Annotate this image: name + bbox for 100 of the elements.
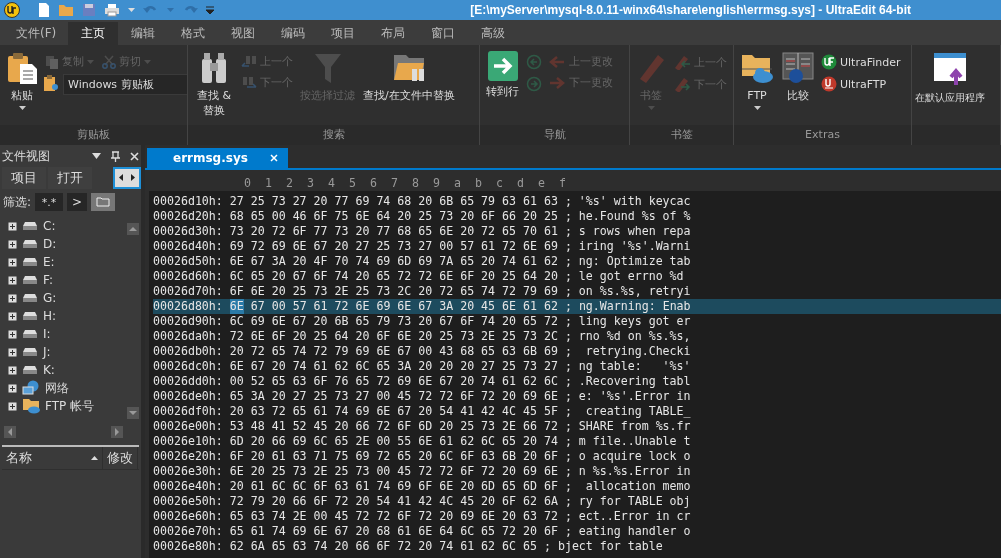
ribbon-button[interactable]: 粘贴 xyxy=(3,51,41,125)
browse-folder-button[interactable] xyxy=(91,193,116,211)
hex-bytes: 69 72 69 6E 67 20 27 25 73 27 00 57 61 72 6E 69 xyxy=(229,239,558,254)
column-number: 5 xyxy=(348,176,357,191)
separator: ; xyxy=(564,359,572,374)
ribbon-tab[interactable]: 格式 xyxy=(168,22,219,45)
tree-item[interactable]: J: xyxy=(43,345,51,359)
open-folder-icon xyxy=(58,3,74,17)
ribbon-tab[interactable]: 项目 xyxy=(318,22,369,45)
ribbon-button[interactable]: UltraFinder xyxy=(819,53,903,71)
panel-tab[interactable]: 打开 xyxy=(48,167,92,189)
ascii-text: .Recovering tabl xyxy=(578,374,691,389)
scroll-up-icon xyxy=(127,223,139,235)
dropdown-caret-icon xyxy=(92,153,101,159)
ribbon-button[interactable]: FTP xyxy=(737,51,777,125)
ribbon-tab[interactable]: 窗口 xyxy=(418,22,469,45)
ascii-text: creating TABLE_ xyxy=(584,404,691,419)
drive-icon xyxy=(22,329,38,339)
offset-address: 00026e30h: xyxy=(153,464,223,479)
drive-icon xyxy=(22,239,38,249)
offset-address: 00026e50h: xyxy=(153,494,223,509)
ascii-text: ling keys got er xyxy=(578,314,691,329)
ascii-text: ng table: '%s' xyxy=(578,359,691,374)
ribbon-tab[interactable]: 编辑 xyxy=(118,22,169,45)
ribbon-tab[interactable]: 布局 xyxy=(368,22,419,45)
offset-address: 00026d20h: xyxy=(153,209,223,224)
panel-tab[interactable]: 项目 xyxy=(2,167,46,189)
ribbon-tab[interactable]: 视图 xyxy=(218,22,269,45)
tree-item[interactable]: D: xyxy=(43,237,57,251)
column-number: e xyxy=(537,176,546,191)
close-icon xyxy=(269,154,278,162)
hex-bytes: 20 63 72 65 61 74 69 6E 67 20 54 41 42 4C 45 5F xyxy=(229,404,558,419)
uftp-logo-icon xyxy=(821,76,837,92)
ribbon-tab[interactable]: 编码 xyxy=(268,22,319,45)
tree-item[interactable]: G: xyxy=(43,291,57,305)
column-number: 7 xyxy=(390,176,399,191)
offset-address: 00026dd0h: xyxy=(153,374,223,389)
group-label: 剪贴板 xyxy=(0,125,187,145)
hex-bytes: 6E 20 25 73 2E 25 73 00 45 72 72 6F 72 20 69 6E xyxy=(229,464,558,479)
hex-bytes: 73 20 72 6F 77 73 20 77 68 65 6E 20 72 65 70 61 xyxy=(229,224,558,239)
separator: ; xyxy=(564,329,572,344)
tree-item[interactable]: 网络 xyxy=(45,379,69,397)
separator: ; xyxy=(564,509,572,524)
column-number: 2 xyxy=(285,176,294,191)
window-title: [E:\myServer\mysql-8.0.11-winx64\share\english\errmsg.sys] - UltraEdit 64-bit xyxy=(470,3,911,17)
tree-item[interactable]: K: xyxy=(43,363,55,377)
customize-toolbar-icon xyxy=(206,6,214,14)
hex-bytes: 65 3A 20 27 25 73 27 00 45 72 72 6F 72 20 69 6E xyxy=(229,389,558,404)
ribbon-button[interactable]: 在默认应用程序 xyxy=(915,51,985,125)
column-number: d xyxy=(516,176,525,191)
separator: ; xyxy=(564,284,572,299)
group-label: Extras xyxy=(734,125,911,145)
column-number: 0 xyxy=(243,176,252,191)
tree-item[interactable]: E: xyxy=(43,255,55,269)
scroll-right-icon xyxy=(111,426,123,438)
clipboard-dropdown[interactable]: Windows 剪贴板 xyxy=(63,74,187,95)
tree-item[interactable]: C: xyxy=(43,219,56,233)
tree-item[interactable]: F: xyxy=(43,273,53,287)
offset-address: 00026db0h: xyxy=(153,344,223,359)
ascii-text: on %s.%s, retryi xyxy=(578,284,691,299)
ribbon-button[interactable]: UltraFTP xyxy=(819,75,889,93)
apply-filter-button[interactable]: > xyxy=(67,193,88,211)
offset-address: 00026de0h: xyxy=(153,389,223,404)
ribbon-button[interactable]: 查找 & 替换 xyxy=(191,51,237,125)
ascii-text: '%s' with keycac xyxy=(578,194,691,209)
filter-field[interactable]: *.* xyxy=(35,193,64,211)
ribbon-tab[interactable]: 主页 xyxy=(68,22,119,45)
binoculars-down-icon xyxy=(241,75,257,90)
save-icon xyxy=(82,3,96,17)
separator: ; xyxy=(564,314,572,329)
ascii-text: o acquire lock o xyxy=(578,449,691,464)
column-number: c xyxy=(495,176,504,191)
ascii-text: ng.Warning: Enab xyxy=(578,299,691,314)
tree-item[interactable]: H: xyxy=(43,309,57,323)
separator: ; xyxy=(564,239,572,254)
group-label: 导航 xyxy=(480,125,629,145)
offset-address: 00026df0h: xyxy=(153,404,223,419)
ribbon-tab[interactable]: 文件(F) xyxy=(4,22,69,45)
separator: ; xyxy=(564,254,572,269)
ascii-text: n %s.%s.Error in xyxy=(578,464,691,479)
column-header[interactable]: 名称 xyxy=(2,447,103,469)
tree-item[interactable]: FTP 帐号 xyxy=(45,397,95,415)
scissors-icon xyxy=(102,54,116,69)
tree-item[interactable]: I: xyxy=(43,327,51,341)
ribbon-button[interactable]: 查找/在文件中替换 xyxy=(360,51,458,125)
ribbon-button[interactable]: 比较 xyxy=(779,51,817,125)
offset-address: 00026d10h: xyxy=(153,194,223,209)
column-header[interactable]: 修改 xyxy=(103,447,138,469)
bookmark-prev-icon xyxy=(673,54,691,70)
print-icon xyxy=(104,3,120,17)
ascii-text: e: '%s'.Error in xyxy=(578,389,691,404)
folder-cloud-icon xyxy=(22,398,40,414)
ribbon-button[interactable]: 转到行 xyxy=(483,51,522,125)
group-label: 搜索 xyxy=(188,125,479,145)
document-tab[interactable]: errmsg.sys xyxy=(147,148,288,168)
paste-icon xyxy=(6,51,38,85)
offset-address: 00026da0h: xyxy=(153,329,223,344)
hex-bytes: 6E 67 20 74 61 62 6C 65 3A 20 20 20 27 25 73 27 xyxy=(229,359,558,374)
offset-address: 00026d90h: xyxy=(153,314,223,329)
ribbon-tab[interactable]: 高级 xyxy=(468,22,519,45)
